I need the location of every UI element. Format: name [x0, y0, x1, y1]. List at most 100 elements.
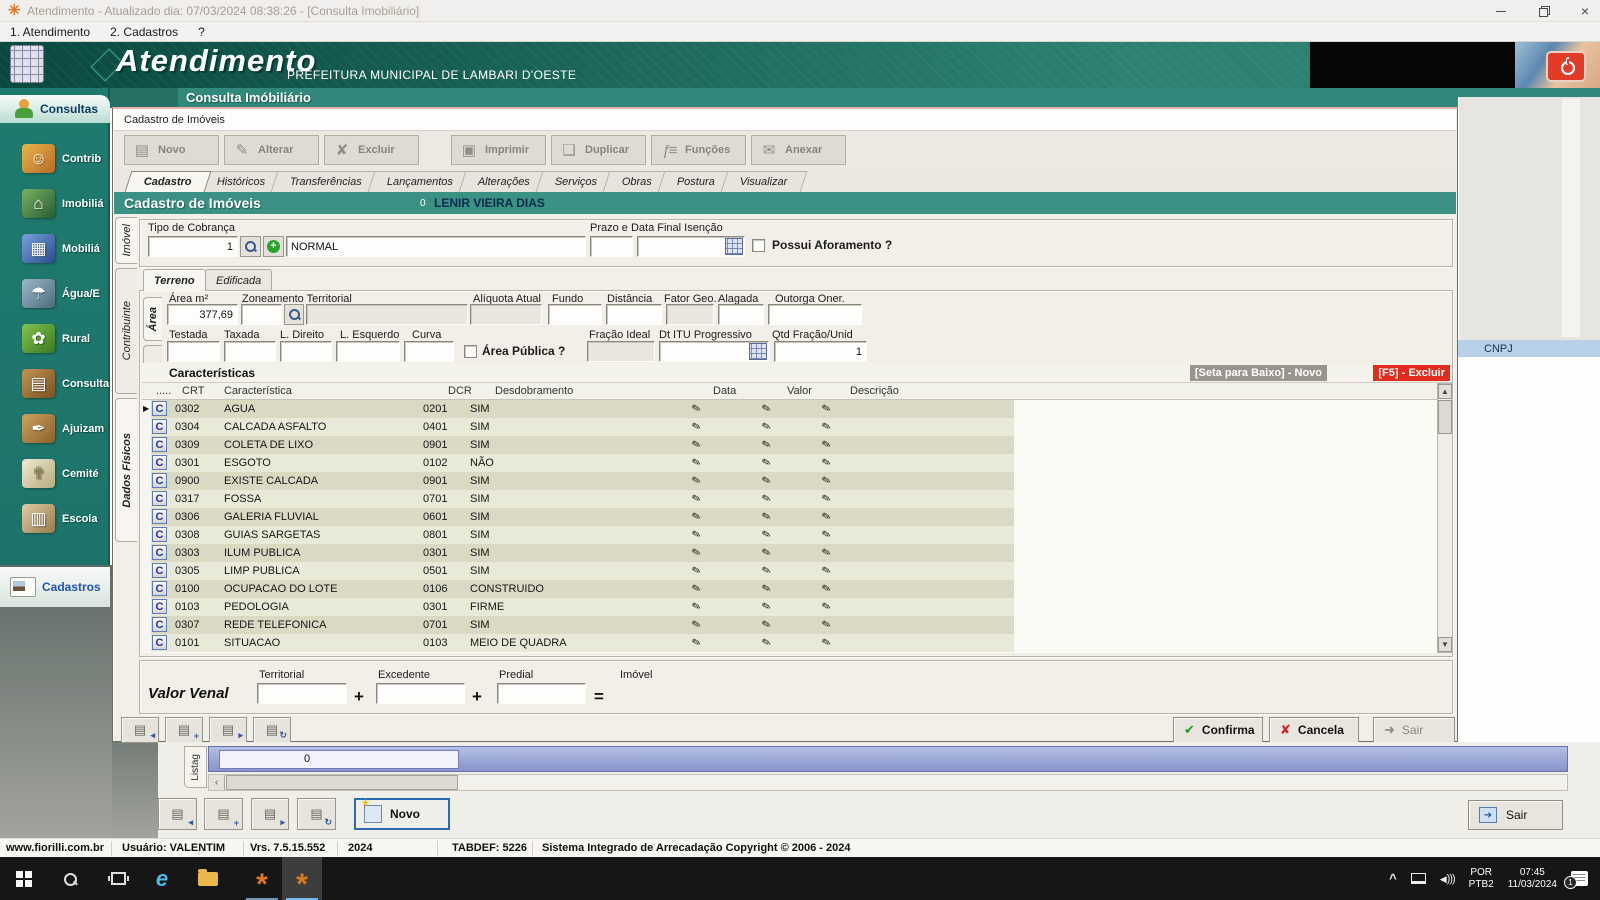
sidebar-item[interactable]: Ajuizam [0, 406, 110, 451]
data-tag-icon[interactable] [690, 598, 704, 616]
tab-edificada[interactable]: Edificada [205, 269, 272, 291]
cancela-button[interactable]: ✘ Cancela [1269, 717, 1359, 743]
sidebar-item-cadastros[interactable]: Cadastros [0, 567, 110, 607]
table-scrollbar[interactable]: ▲ ▼ [1437, 383, 1453, 653]
inner-tab-area[interactable]: Área [143, 297, 162, 341]
power-button[interactable] [1546, 51, 1586, 82]
fundo-field[interactable] [548, 304, 602, 325]
table-row[interactable]: C 0303 ILUM PUBLICA 0301 SIM [142, 544, 1014, 562]
valor-tag-icon[interactable] [760, 526, 774, 544]
data-tag-icon[interactable] [690, 436, 704, 454]
clock[interactable]: 07:45 11/03/2024 [1508, 867, 1557, 891]
isencao-prazo-field[interactable] [590, 236, 633, 257]
descricao-tag-icon[interactable] [820, 508, 834, 526]
table-row[interactable]: C 0301 ESGOTO 0102 NÃO [142, 454, 1014, 472]
descricao-tag-icon[interactable] [820, 634, 834, 652]
tab-terreno[interactable]: Terreno [143, 269, 206, 291]
sidebar-item[interactable]: Mobiliá [0, 226, 110, 271]
data-tag-icon[interactable] [690, 454, 704, 472]
sair-button[interactable]: ➜ Sair [1373, 717, 1455, 743]
form-tab[interactable]: Lançamentos [368, 171, 473, 192]
scrollbar-thumb[interactable] [1438, 400, 1452, 434]
record-nav-button-1[interactable]: ▤◂ [158, 798, 197, 830]
sidebar-item[interactable]: Rural [0, 316, 110, 361]
cobranca-search-button[interactable] [240, 236, 261, 257]
alagada-field[interactable] [718, 304, 764, 325]
close-button[interactable]: × [1578, 4, 1592, 18]
record-nav-button-1[interactable]: ▤◂ [121, 717, 159, 743]
cobranca-add-button[interactable]: + [263, 236, 284, 257]
area-publica-checkbox[interactable] [464, 345, 477, 358]
curva-field[interactable] [404, 341, 454, 362]
descricao-tag-icon[interactable] [820, 526, 834, 544]
data-tag-icon[interactable] [690, 580, 704, 598]
volume-icon[interactable]: ))) [1440, 873, 1455, 885]
characteristic-c-button[interactable]: C [152, 419, 167, 434]
table-row[interactable]: C 0309 COLETA DE LIXO 0901 SIM [142, 436, 1014, 454]
descricao-tag-icon[interactable] [820, 454, 834, 472]
maximize-button[interactable] [1536, 4, 1550, 18]
toolbar-button[interactable]: Funções [651, 135, 746, 165]
valor-tag-icon[interactable] [760, 490, 774, 508]
data-tag-icon[interactable] [690, 418, 704, 436]
territorial-field[interactable] [257, 683, 347, 704]
data-tag-icon[interactable] [690, 562, 704, 580]
valor-tag-icon[interactable] [760, 544, 774, 562]
data-tag-icon[interactable] [690, 544, 704, 562]
menu-item[interactable]: ? [188, 25, 215, 39]
zoneamento-search-button[interactable] [284, 304, 304, 325]
toolbar-button[interactable]: Anexar [751, 135, 846, 165]
side-tab-dados-fisicos[interactable]: Dados Físicos [115, 398, 137, 542]
record-nav-button-3[interactable]: ▤▸ [251, 798, 289, 830]
table-row[interactable]: C 0302 AGUA 0201 SIM [142, 400, 1014, 418]
outorga-field[interactable] [768, 304, 862, 325]
internet-explorer-icon[interactable]: e [142, 857, 182, 900]
sidebar-item[interactable]: Cemité [0, 451, 110, 496]
characteristic-c-button[interactable]: C [152, 527, 167, 542]
cobranca-name-field[interactable]: NORMAL [286, 236, 586, 257]
table-row[interactable]: C 0100 OCUPACAO DO LOTE 0106 CONSTRUIDO [142, 580, 1014, 598]
characteristic-c-button[interactable]: C [152, 401, 167, 416]
sidebar-item[interactable]: Água/E [0, 271, 110, 316]
valor-tag-icon[interactable] [760, 418, 774, 436]
valor-tag-icon[interactable] [760, 616, 774, 634]
predial-field[interactable] [497, 683, 586, 704]
characteristic-c-button[interactable]: C [152, 473, 167, 488]
characteristic-c-button[interactable]: C [152, 581, 167, 596]
toolbar-button[interactable]: Novo [124, 135, 219, 165]
confirma-button[interactable]: ✔ Confirma [1173, 717, 1263, 743]
cobranca-code-field[interactable]: 1 [148, 236, 238, 257]
scroll-left-arrow[interactable]: ‹ [209, 775, 225, 790]
network-icon[interactable] [1411, 873, 1426, 884]
record-nav-button-4[interactable]: ▤↻ [297, 798, 336, 830]
aforamento-checkbox[interactable] [752, 239, 765, 252]
language-indicator[interactable]: POR PTB2 [1469, 867, 1494, 891]
data-tag-icon[interactable] [690, 472, 704, 490]
notification-icon[interactable]: 1 [1571, 871, 1588, 886]
side-tab-imovel[interactable]: Imóvel [115, 217, 137, 264]
start-button[interactable] [4, 857, 44, 900]
valor-tag-icon[interactable] [760, 472, 774, 490]
horizontal-scrollbar[interactable]: ‹ [208, 774, 1568, 791]
record-nav-button-2[interactable]: ▤+ [204, 798, 243, 830]
valor-tag-icon[interactable] [760, 598, 774, 616]
valor-tag-icon[interactable] [760, 562, 774, 580]
characteristic-c-button[interactable]: C [152, 635, 167, 650]
data-tag-icon[interactable] [690, 526, 704, 544]
toolbar-button[interactable]: Duplicar [551, 135, 646, 165]
scroll-down-arrow[interactable]: ▼ [1438, 637, 1452, 652]
descricao-tag-icon[interactable] [820, 436, 834, 454]
excedente-field[interactable] [376, 683, 465, 704]
taxada-field[interactable] [224, 341, 276, 362]
form-tab[interactable]: Transferências [271, 171, 382, 192]
descricao-tag-icon[interactable] [820, 598, 834, 616]
list-count-field[interactable]: 0 [219, 750, 459, 769]
form-tab[interactable]: Cadastro [125, 171, 212, 192]
table-row[interactable]: C 0101 SITUACAO 0103 MEIO DE QUADRA [142, 634, 1014, 652]
file-explorer-icon[interactable] [188, 857, 228, 900]
toolbar-button[interactable]: Imprimir [451, 135, 546, 165]
l-direito-field[interactable] [280, 341, 332, 362]
calendar-icon[interactable] [749, 343, 767, 360]
task-view-icon[interactable] [98, 857, 138, 900]
data-tag-icon[interactable] [690, 400, 704, 418]
